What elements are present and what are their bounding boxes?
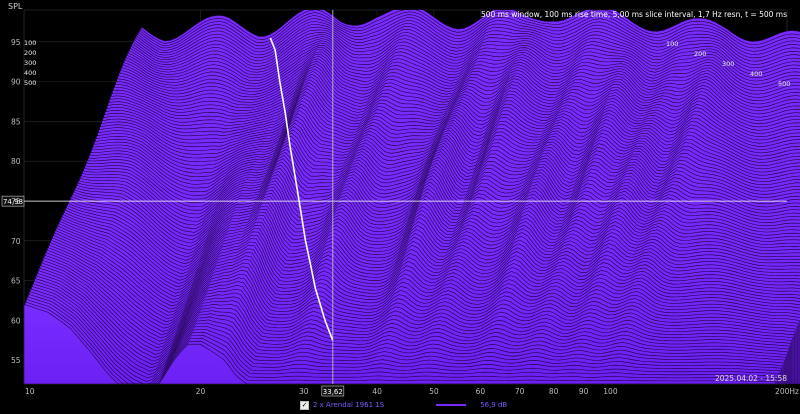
time-tick-label: 500: [778, 80, 790, 88]
y-tick-label: 75: [11, 197, 21, 206]
time-tick-label: 200: [24, 49, 36, 57]
time-tick-label: 400: [24, 69, 36, 77]
time-tick-label: 300: [722, 60, 734, 68]
waterfall-plot: 74,9833,62 SPL 500 ms window, 100 ms ris…: [1, 2, 800, 397]
y-tick-label: 55: [11, 356, 21, 365]
time-tick-label: 300: [24, 59, 36, 67]
x-tick-label: 100: [603, 387, 618, 396]
x-tick-label: 10: [25, 387, 35, 396]
settings-text: 500 ms window, 100 ms rise time, 5,00 ms…: [481, 10, 787, 19]
y-tick-label: 60: [11, 316, 21, 325]
x-tick-label: 50: [429, 387, 439, 396]
x-tick-label: 20: [196, 387, 206, 396]
x-tick-label: 40: [372, 387, 382, 396]
y-tick-label: 95: [11, 38, 21, 47]
x-tick-label: 90: [579, 387, 589, 396]
time-tick-label: 500: [24, 79, 36, 87]
x-tick-label: 200Hz: [775, 387, 799, 396]
time-tick-label: 100: [24, 39, 36, 47]
y-tick-label: 65: [11, 277, 21, 286]
legend: ✓ 2 x Arendal 1961 1S 56,9 dB: [300, 398, 507, 412]
y-tick-label: 85: [11, 117, 21, 126]
time-tick-label: 100: [666, 40, 678, 48]
legend-line-swatch: [436, 404, 467, 406]
x-tick-label: 80: [549, 387, 559, 396]
x-tick-label: 70: [515, 387, 525, 396]
waterfall-slices: [24, 10, 800, 384]
x-tick-label: 30: [299, 387, 309, 396]
legend-series-name: 2 x Arendal 1961 1S: [313, 401, 385, 409]
x-tick-label: 60: [476, 387, 486, 396]
y-tick-label: 80: [11, 157, 21, 166]
y-axis-title: SPL: [8, 2, 23, 11]
legend-value: 56,9 dB: [480, 401, 508, 409]
y-tick-label: 70: [11, 237, 21, 246]
legend-checkbox[interactable]: ✓: [300, 400, 309, 410]
timestamp-label: 2025.04.02 - 15:58: [715, 374, 787, 383]
cursor-x-label: 33,62: [323, 388, 343, 396]
y-tick-label: 90: [11, 78, 21, 87]
time-tick-label: 200: [694, 50, 706, 58]
time-tick-label: 400: [750, 70, 762, 78]
